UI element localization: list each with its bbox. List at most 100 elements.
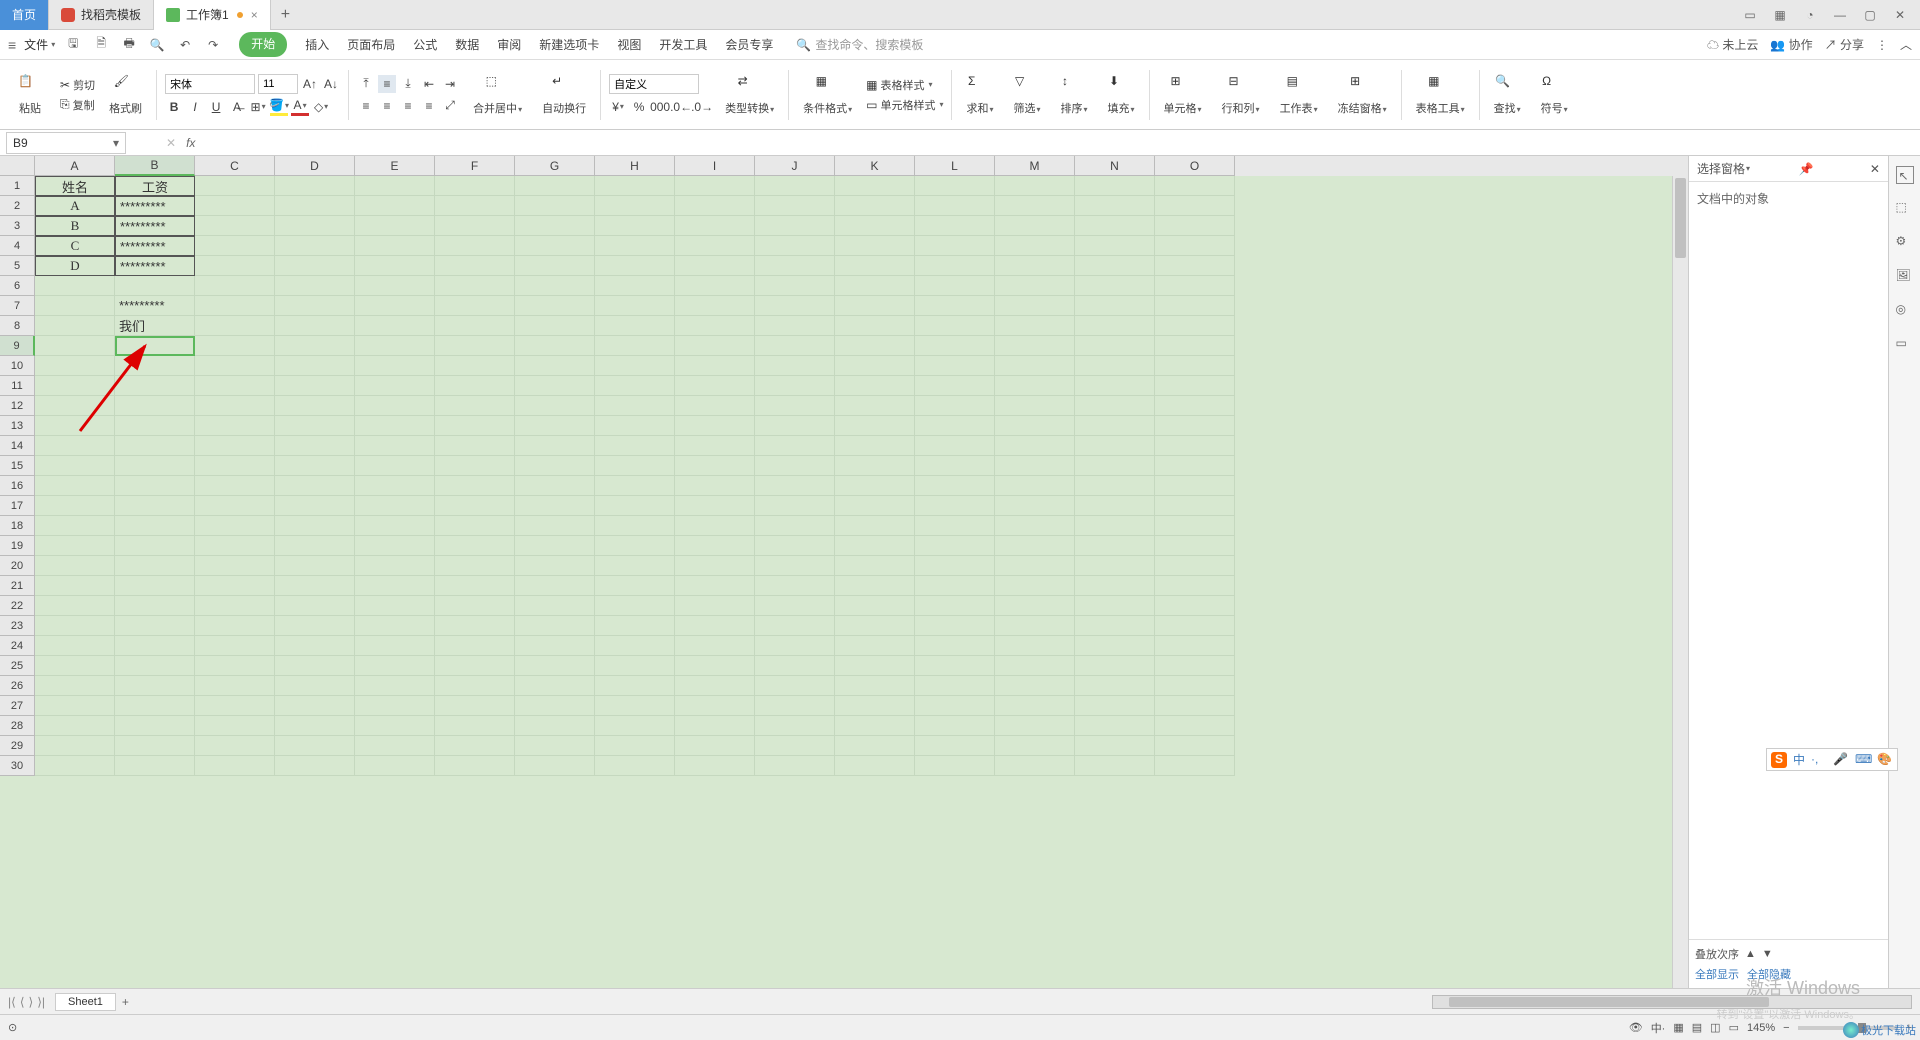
cell[interactable]: [435, 716, 515, 736]
cell[interactable]: [275, 556, 355, 576]
cell[interactable]: [435, 396, 515, 416]
cell[interactable]: [1155, 436, 1235, 456]
cell[interactable]: [835, 336, 915, 356]
cell[interactable]: [35, 296, 115, 316]
cell[interactable]: [195, 616, 275, 636]
cell[interactable]: [195, 636, 275, 656]
cell[interactable]: [835, 696, 915, 716]
cell[interactable]: [595, 576, 675, 596]
sheet-prev-icon[interactable]: ⟨: [20, 995, 25, 1009]
row-header-12[interactable]: 12: [0, 396, 35, 416]
hamburger-icon[interactable]: ≡: [8, 37, 16, 53]
cell[interactable]: [995, 516, 1075, 536]
cell[interactable]: [595, 616, 675, 636]
cell[interactable]: [915, 576, 995, 596]
cell[interactable]: [1155, 756, 1235, 776]
cell[interactable]: [835, 476, 915, 496]
cell[interactable]: [275, 756, 355, 776]
cell[interactable]: [1075, 476, 1155, 496]
comma-icon[interactable]: 000: [651, 98, 669, 116]
cell[interactable]: [115, 496, 195, 516]
cell[interactable]: [915, 676, 995, 696]
cell[interactable]: [595, 276, 675, 296]
zoom-value[interactable]: 145%: [1747, 1022, 1775, 1034]
cell[interactable]: [835, 456, 915, 476]
cell[interactable]: [995, 676, 1075, 696]
cell[interactable]: [995, 576, 1075, 596]
cell[interactable]: [275, 676, 355, 696]
sheet-tab[interactable]: Sheet1: [55, 993, 116, 1011]
symbol-button[interactable]: Ω符号▾: [1535, 72, 1574, 118]
cell[interactable]: [195, 696, 275, 716]
cell[interactable]: [1155, 336, 1235, 356]
cell[interactable]: [755, 236, 835, 256]
cell[interactable]: [675, 176, 755, 196]
cell[interactable]: [355, 276, 435, 296]
cell[interactable]: [995, 436, 1075, 456]
row-header-24[interactable]: 24: [0, 636, 35, 656]
cell[interactable]: [515, 416, 595, 436]
cell[interactable]: [1155, 616, 1235, 636]
cell[interactable]: [835, 416, 915, 436]
cell[interactable]: [595, 436, 675, 456]
clear-format-icon[interactable]: ◇▾: [312, 98, 330, 116]
cell[interactable]: [355, 236, 435, 256]
cell[interactable]: [275, 276, 355, 296]
cell[interactable]: [435, 616, 515, 636]
cell[interactable]: [195, 336, 275, 356]
view-page-icon[interactable]: ▤: [1692, 1021, 1702, 1034]
cell[interactable]: [515, 536, 595, 556]
close-button[interactable]: ✕: [1890, 5, 1910, 25]
tab-workbook[interactable]: 工作簿1 ×: [154, 0, 271, 30]
cell[interactable]: [355, 596, 435, 616]
cell[interactable]: [595, 236, 675, 256]
cell[interactable]: [35, 616, 115, 636]
cell[interactable]: [1155, 516, 1235, 536]
table-tools-button[interactable]: ▦表格工具▾: [1410, 72, 1471, 118]
paste-button[interactable]: 📋 粘贴: [12, 72, 48, 118]
cell[interactable]: [995, 396, 1075, 416]
underline-icon[interactable]: U: [207, 98, 225, 116]
cell[interactable]: [595, 536, 675, 556]
cell[interactable]: [435, 256, 515, 276]
cell[interactable]: [755, 356, 835, 376]
cell[interactable]: [1155, 376, 1235, 396]
cell[interactable]: [915, 736, 995, 756]
view-read-icon[interactable]: ▭: [1729, 1021, 1739, 1034]
format-painter-button[interactable]: 🖌 格式刷: [103, 72, 148, 118]
cell[interactable]: [275, 736, 355, 756]
ime-punct-icon[interactable]: ·,: [1811, 752, 1827, 768]
cell[interactable]: [755, 456, 835, 476]
data-cell[interactable]: *********: [115, 296, 195, 316]
cell[interactable]: [275, 456, 355, 476]
rowcol-button[interactable]: ⊟行和列▾: [1216, 72, 1266, 118]
cell[interactable]: [35, 596, 115, 616]
cell[interactable]: [835, 236, 915, 256]
cell[interactable]: [275, 236, 355, 256]
cell[interactable]: [515, 276, 595, 296]
vertical-scrollbar[interactable]: [1672, 176, 1688, 988]
cell[interactable]: [515, 436, 595, 456]
cell[interactable]: [675, 396, 755, 416]
align-justify-icon[interactable]: ≡: [420, 97, 438, 115]
cell[interactable]: [195, 196, 275, 216]
cell[interactable]: [675, 496, 755, 516]
cell-style-button[interactable]: ▭单元格样式▾: [866, 97, 943, 113]
cell[interactable]: [115, 276, 195, 296]
preview-icon[interactable]: 🔍: [147, 35, 167, 55]
row-header-14[interactable]: 14: [0, 436, 35, 456]
ribbon-tab-data[interactable]: 数据: [455, 32, 479, 57]
cell[interactable]: [275, 696, 355, 716]
cell[interactable]: [1075, 696, 1155, 716]
grid-icon[interactable]: ▦: [1770, 5, 1790, 25]
cell[interactable]: [755, 636, 835, 656]
align-center-icon[interactable]: ≡: [378, 97, 396, 115]
cell[interactable]: [1155, 636, 1235, 656]
cell[interactable]: [195, 256, 275, 276]
row-header-9[interactable]: 9: [0, 336, 35, 356]
cell[interactable]: [995, 456, 1075, 476]
cell[interactable]: [915, 636, 995, 656]
cell[interactable]: [435, 336, 515, 356]
align-middle-icon[interactable]: ≡: [378, 75, 396, 93]
cell[interactable]: [995, 756, 1075, 776]
